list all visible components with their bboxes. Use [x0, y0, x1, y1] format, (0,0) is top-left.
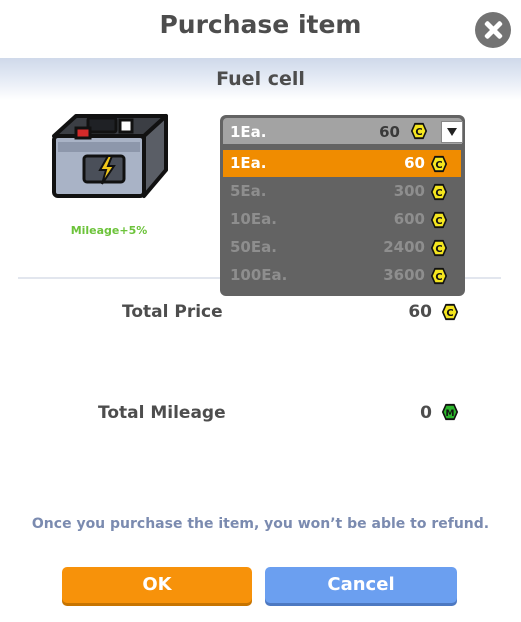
- quantity-option-5[interactable]: 5Ea. 300 C: [223, 178, 461, 205]
- svg-text:M: M: [446, 409, 455, 419]
- option-quantity: 50Ea.: [230, 238, 277, 256]
- coin-c-icon: C: [430, 211, 448, 229]
- svg-text:C: C: [415, 127, 422, 138]
- option-price: 600: [393, 210, 425, 228]
- quantity-option-10[interactable]: 10Ea. 600 C: [223, 206, 461, 233]
- svg-text:C: C: [435, 216, 442, 227]
- quantity-option-1[interactable]: 1Ea. 60 C: [223, 150, 461, 177]
- coin-c-icon: C: [410, 122, 428, 140]
- svg-text:C: C: [446, 308, 453, 319]
- total-price-label: Total Price: [122, 302, 223, 322]
- option-quantity: 10Ea.: [230, 210, 277, 228]
- option-price: 3600: [383, 266, 425, 284]
- option-quantity: 100Ea.: [230, 266, 288, 284]
- quantity-option-50[interactable]: 50Ea. 2400 C: [223, 234, 461, 261]
- svg-text:C: C: [435, 160, 442, 171]
- option-price: 300: [393, 182, 425, 200]
- option-price: 2400: [383, 238, 425, 256]
- close-icon[interactable]: [475, 12, 511, 48]
- total-mileage-value: 0: [420, 403, 432, 423]
- quantity-option-100[interactable]: 100Ea. 3600 C: [223, 262, 461, 289]
- coin-c-icon: C: [430, 267, 448, 285]
- svg-text:C: C: [435, 188, 442, 199]
- item-effect-label: Mileage+5%: [70, 224, 148, 237]
- item-name: Fuel cell: [216, 68, 305, 90]
- svg-text:C: C: [435, 272, 442, 283]
- svg-text:C: C: [435, 244, 442, 255]
- option-quantity: 5Ea.: [230, 182, 267, 200]
- total-mileage-label: Total Mileage: [98, 403, 226, 423]
- selected-price: 60: [379, 123, 400, 141]
- dialog-title: Purchase item: [159, 10, 362, 39]
- battery-icon: [52, 114, 168, 198]
- option-price: 60: [404, 154, 425, 172]
- option-quantity: 1Ea.: [230, 154, 267, 172]
- coin-c-icon: C: [430, 155, 448, 173]
- selected-quantity: 1Ea.: [230, 123, 267, 141]
- coin-c-icon: C: [430, 183, 448, 201]
- ok-button[interactable]: OK: [62, 567, 252, 603]
- chevron-down-icon[interactable]: [441, 121, 463, 143]
- refund-notice: Once you purchase the item, you won’t be…: [31, 516, 490, 532]
- coin-c-icon: C: [441, 303, 459, 321]
- coin-c-icon: C: [430, 239, 448, 257]
- total-price-value: 60: [408, 302, 432, 322]
- mileage-m-icon: M: [441, 403, 459, 421]
- cancel-button[interactable]: Cancel: [265, 567, 457, 603]
